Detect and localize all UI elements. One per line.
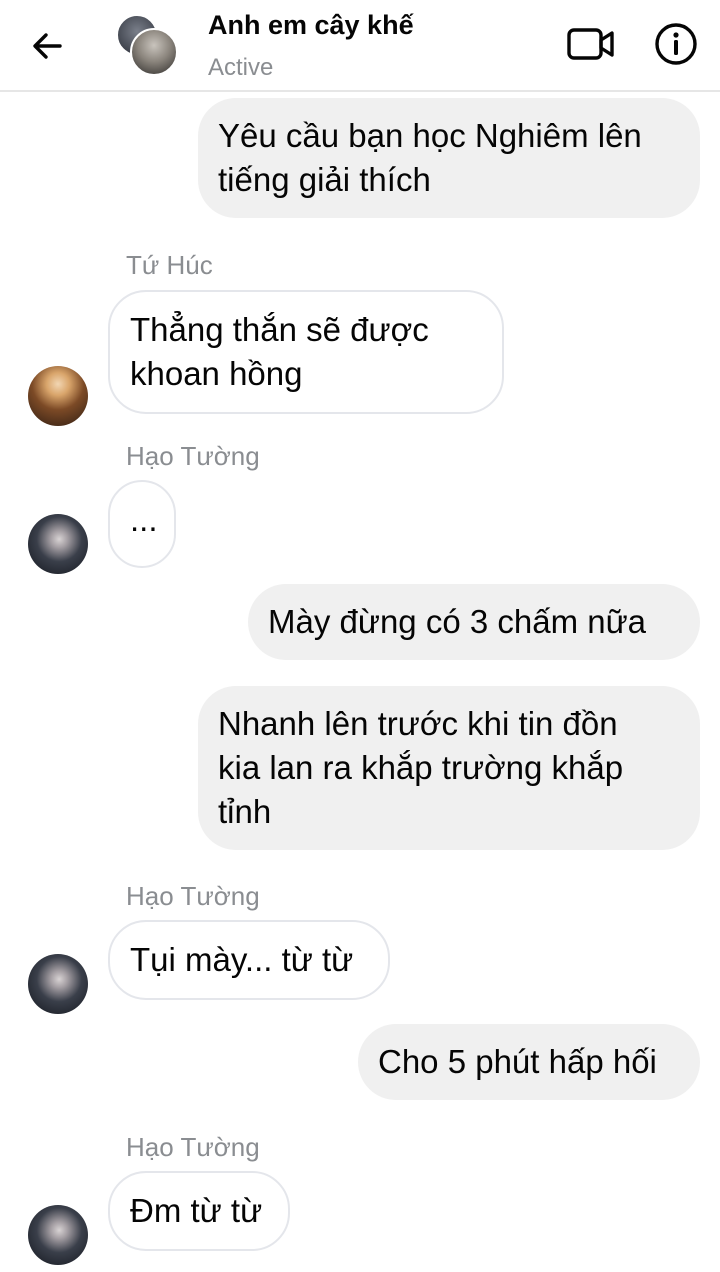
outgoing-message[interactable]: Mày đừng có 3 chấm nữa <box>248 584 700 660</box>
sender-name: Hạo Tường <box>126 1132 260 1162</box>
sender-name: Hạo Tường <box>126 881 260 911</box>
sender-name: Tứ Húc <box>126 250 213 280</box>
info-button[interactable] <box>652 20 700 68</box>
info-icon <box>655 23 697 65</box>
incoming-message[interactable]: Thẳng thắn sẽ được khoan hồng <box>108 290 504 414</box>
group-avatar[interactable] <box>116 14 178 76</box>
member-avatar <box>130 28 178 76</box>
incoming-message[interactable]: Đm từ từ <box>108 1171 290 1251</box>
chat-header: Anh em cây khế Active <box>0 0 720 92</box>
sender-avatar[interactable] <box>28 514 88 574</box>
sender-avatar[interactable] <box>28 954 88 1014</box>
chat-title[interactable]: Anh em cây khế <box>208 10 414 41</box>
video-camera-icon <box>567 28 614 60</box>
incoming-message[interactable]: Tụi mày... từ từ <box>108 920 390 1000</box>
arrow-left-icon <box>33 33 62 59</box>
outgoing-message[interactable]: Cho 5 phút hấp hối <box>358 1024 700 1100</box>
back-button[interactable] <box>26 24 70 68</box>
sender-name: Hạo Tường <box>126 441 260 471</box>
sender-avatar[interactable] <box>28 366 88 426</box>
outgoing-message[interactable]: Yêu cầu bạn học Nghiêm lên tiếng giải th… <box>198 98 700 218</box>
video-call-button[interactable] <box>566 22 618 66</box>
incoming-message[interactable]: ... <box>108 480 176 568</box>
outgoing-message[interactable]: Nhanh lên trước khi tin đồn kia lan ra k… <box>198 686 700 850</box>
active-status: Active <box>208 54 274 81</box>
sender-avatar[interactable] <box>28 1205 88 1265</box>
